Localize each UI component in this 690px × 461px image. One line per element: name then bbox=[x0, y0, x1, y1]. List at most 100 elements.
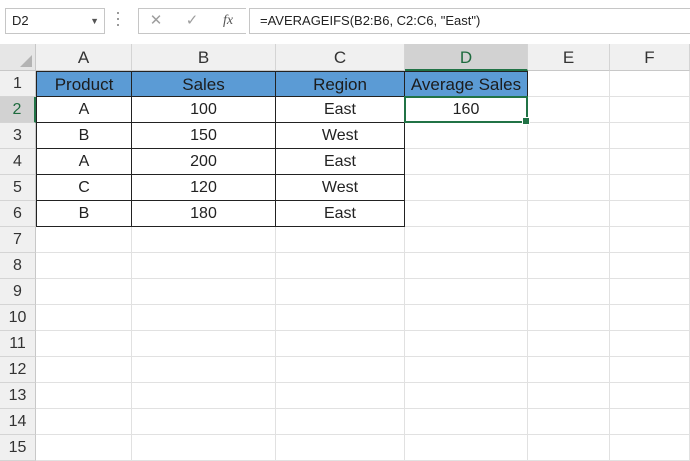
row-header-8[interactable]: 8 bbox=[0, 253, 36, 279]
cell-d15[interactable] bbox=[405, 435, 528, 461]
cell-b4[interactable]: 200 bbox=[132, 149, 276, 175]
cell-c4[interactable]: East bbox=[276, 149, 405, 175]
cell-a7[interactable] bbox=[36, 227, 132, 253]
cell-b10[interactable] bbox=[132, 305, 276, 331]
cell-c8[interactable] bbox=[276, 253, 405, 279]
cell-c11[interactable] bbox=[276, 331, 405, 357]
row-header-15[interactable]: 15 bbox=[0, 435, 36, 461]
cell-d14[interactable] bbox=[405, 409, 528, 435]
row-header-4[interactable]: 4 bbox=[0, 149, 36, 175]
cell-d10[interactable] bbox=[405, 305, 528, 331]
cell-c3[interactable]: West bbox=[276, 123, 405, 149]
row-header-11[interactable]: 11 bbox=[0, 331, 36, 357]
cell-d8[interactable] bbox=[405, 253, 528, 279]
cell-d6[interactable] bbox=[405, 201, 528, 227]
cell-b2[interactable]: 100 bbox=[132, 97, 276, 123]
row-header-6[interactable]: 6 bbox=[0, 201, 36, 227]
cell-f14[interactable] bbox=[610, 409, 690, 435]
cell-e1[interactable] bbox=[528, 71, 610, 97]
cell-e13[interactable] bbox=[528, 383, 610, 409]
cell-f7[interactable] bbox=[610, 227, 690, 253]
result-header[interactable]: Average Sales bbox=[405, 71, 528, 97]
cell-f3[interactable] bbox=[610, 123, 690, 149]
cell-e5[interactable] bbox=[528, 175, 610, 201]
row-header-9[interactable]: 9 bbox=[0, 279, 36, 305]
cell-f8[interactable] bbox=[610, 253, 690, 279]
cell-a3[interactable]: B bbox=[36, 123, 132, 149]
cell-f13[interactable] bbox=[610, 383, 690, 409]
cell-e12[interactable] bbox=[528, 357, 610, 383]
row-header-13[interactable]: 13 bbox=[0, 383, 36, 409]
cell-f15[interactable] bbox=[610, 435, 690, 461]
table-header-a[interactable]: Product bbox=[36, 71, 132, 97]
cell-d11[interactable] bbox=[405, 331, 528, 357]
column-header-a[interactable]: A bbox=[36, 44, 132, 71]
cell-d7[interactable] bbox=[405, 227, 528, 253]
formula-input[interactable]: =AVERAGEIFS(B2:B6, C2:C6, "East") bbox=[249, 8, 690, 34]
row-header-14[interactable]: 14 bbox=[0, 409, 36, 435]
cell-b13[interactable] bbox=[132, 383, 276, 409]
drag-handle-icon[interactable] bbox=[117, 12, 120, 30]
column-header-f[interactable]: F bbox=[610, 44, 690, 71]
cell-a13[interactable] bbox=[36, 383, 132, 409]
cell-f11[interactable] bbox=[610, 331, 690, 357]
column-header-c[interactable]: C bbox=[276, 44, 405, 71]
cell-f2[interactable] bbox=[610, 97, 690, 123]
column-header-e[interactable]: E bbox=[528, 44, 610, 71]
cell-b11[interactable] bbox=[132, 331, 276, 357]
cell-c9[interactable] bbox=[276, 279, 405, 305]
cell-d5[interactable] bbox=[405, 175, 528, 201]
cell-e8[interactable] bbox=[528, 253, 610, 279]
cell-c5[interactable]: West bbox=[276, 175, 405, 201]
cell-b9[interactable] bbox=[132, 279, 276, 305]
cell-a11[interactable] bbox=[36, 331, 132, 357]
cell-b5[interactable]: 120 bbox=[132, 175, 276, 201]
cell-e15[interactable] bbox=[528, 435, 610, 461]
row-header-5[interactable]: 5 bbox=[0, 175, 36, 201]
cell-b3[interactable]: 150 bbox=[132, 123, 276, 149]
table-header-b[interactable]: Sales bbox=[132, 71, 276, 97]
cell-a10[interactable] bbox=[36, 305, 132, 331]
cell-e6[interactable] bbox=[528, 201, 610, 227]
cell-e14[interactable] bbox=[528, 409, 610, 435]
cell-b8[interactable] bbox=[132, 253, 276, 279]
cell-c2[interactable]: East bbox=[276, 97, 405, 123]
cell-e10[interactable] bbox=[528, 305, 610, 331]
cell-c12[interactable] bbox=[276, 357, 405, 383]
cell-e11[interactable] bbox=[528, 331, 610, 357]
cell-e7[interactable] bbox=[528, 227, 610, 253]
row-header-2[interactable]: 2 bbox=[0, 97, 36, 123]
cell-c6[interactable]: East bbox=[276, 201, 405, 227]
cell-f12[interactable] bbox=[610, 357, 690, 383]
cell-f6[interactable] bbox=[610, 201, 690, 227]
cell-b15[interactable] bbox=[132, 435, 276, 461]
cell-d13[interactable] bbox=[405, 383, 528, 409]
cell-a5[interactable]: C bbox=[36, 175, 132, 201]
row-header-1[interactable]: 1 bbox=[0, 71, 36, 97]
result-cell[interactable]: 160 bbox=[405, 97, 528, 123]
cell-a9[interactable] bbox=[36, 279, 132, 305]
cell-a6[interactable]: B bbox=[36, 201, 132, 227]
cell-c13[interactable] bbox=[276, 383, 405, 409]
row-header-3[interactable]: 3 bbox=[0, 123, 36, 149]
column-header-d[interactable]: D bbox=[405, 44, 528, 71]
cell-b7[interactable] bbox=[132, 227, 276, 253]
cell-b6[interactable]: 180 bbox=[132, 201, 276, 227]
cancel-icon[interactable]: ✕ bbox=[141, 9, 171, 33]
cell-d12[interactable] bbox=[405, 357, 528, 383]
cell-f4[interactable] bbox=[610, 149, 690, 175]
cell-d9[interactable] bbox=[405, 279, 528, 305]
cell-c10[interactable] bbox=[276, 305, 405, 331]
name-box[interactable]: D2 ▼ bbox=[5, 8, 105, 34]
cell-b14[interactable] bbox=[132, 409, 276, 435]
cell-f1[interactable] bbox=[610, 71, 690, 97]
table-header-c[interactable]: Region bbox=[276, 71, 405, 97]
cell-d3[interactable] bbox=[405, 123, 528, 149]
cell-b12[interactable] bbox=[132, 357, 276, 383]
cell-a8[interactable] bbox=[36, 253, 132, 279]
cell-a14[interactable] bbox=[36, 409, 132, 435]
cell-e4[interactable] bbox=[528, 149, 610, 175]
cell-c14[interactable] bbox=[276, 409, 405, 435]
cell-a12[interactable] bbox=[36, 357, 132, 383]
select-all-button[interactable] bbox=[0, 44, 36, 71]
